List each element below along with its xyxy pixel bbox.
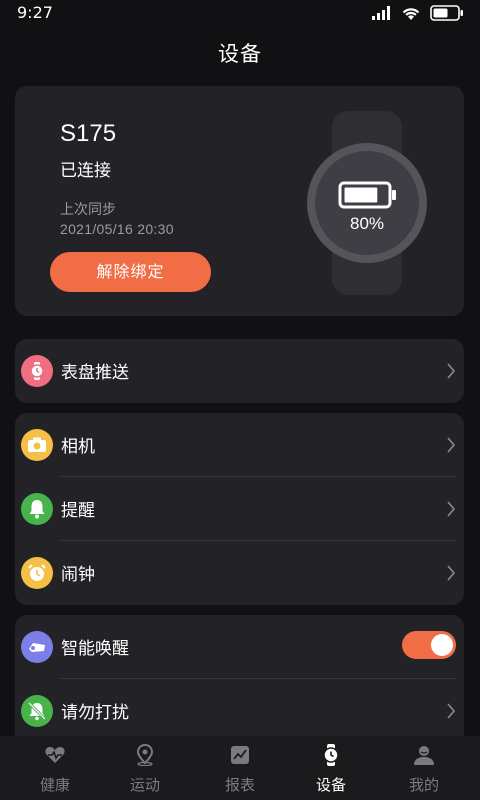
status-icons: [372, 5, 464, 21]
watchface-group: 表盘推送: [15, 339, 464, 403]
bell-off-icon: [21, 695, 53, 727]
alarm-clock-icon: [21, 557, 53, 589]
page-title: 设备: [218, 42, 262, 66]
chevron-right-icon: [447, 437, 456, 453]
tab-label: 报表: [224, 776, 255, 794]
device-card: S175 已连接 上次同步 2021/05/16 20:30 解除绑定 80%: [15, 86, 464, 316]
features-group: 相机 提醒 闹钟: [15, 413, 464, 605]
tab-device[interactable]: 设备: [283, 736, 379, 800]
row-label: 智能唤醒: [61, 639, 129, 659]
signal-icon: [372, 6, 390, 20]
row-smart-wake: 智能唤醒: [15, 615, 464, 679]
row-camera[interactable]: 相机: [15, 413, 464, 477]
status-time: 9:27: [17, 3, 53, 22]
last-sync-label: 上次同步: [60, 202, 116, 218]
connection-status: 已连接: [60, 161, 111, 181]
row-do-not-disturb[interactable]: 请勿打扰: [15, 679, 464, 736]
row-label: 请勿打扰: [61, 703, 129, 723]
last-sync-time: 2021/05/16 20:30: [60, 221, 174, 237]
battery-percent: 80%: [349, 214, 385, 233]
battery-level-fill: [344, 187, 378, 203]
row-label: 提醒: [61, 501, 95, 521]
row-alarm[interactable]: 闹钟: [15, 541, 464, 605]
tab-label: 运动: [129, 776, 160, 794]
row-label: 闹钟: [61, 565, 95, 585]
tab-label: 我的: [408, 776, 439, 794]
chevron-right-icon: [447, 501, 456, 517]
tab-label: 设备: [315, 776, 346, 794]
row-reminder[interactable]: 提醒: [15, 477, 464, 541]
status-bar: 9:27: [0, 0, 480, 28]
tab-mine[interactable]: 我的: [376, 736, 472, 800]
tab-health[interactable]: 健康: [7, 736, 103, 800]
bell-icon: [21, 493, 53, 525]
toggle-knob: [431, 634, 453, 656]
heart-pulse-icon: [45, 747, 65, 763]
watch-icon: [323, 744, 339, 766]
watch-icon: [21, 355, 53, 387]
unbind-button[interactable]: 解除绑定: [50, 252, 211, 292]
tab-sport[interactable]: 运动: [97, 736, 193, 800]
row-label: 相机: [61, 437, 95, 457]
watch-icon: [307, 111, 427, 295]
person-icon: [414, 746, 434, 765]
chart-icon: [231, 746, 249, 764]
row-watchface[interactable]: 表盘推送: [15, 339, 464, 403]
smart-wake-toggle[interactable]: [402, 631, 456, 659]
tab-report[interactable]: 报表: [192, 736, 288, 800]
row-label: 表盘推送: [61, 363, 129, 383]
chevron-right-icon: [447, 363, 456, 379]
wake-icon: [21, 631, 53, 663]
sleep-group: 智能唤醒 请勿打扰: [15, 615, 464, 736]
battery-status-icon: [430, 5, 463, 21]
device-name: S175: [60, 120, 117, 147]
camera-icon: [21, 429, 53, 461]
tab-label: 健康: [39, 776, 70, 794]
chevron-right-icon: [447, 565, 456, 581]
tab-bar: 健康 运动 报表 设备 我的: [0, 736, 480, 800]
chevron-right-icon: [447, 703, 456, 719]
wifi-icon: [402, 7, 420, 20]
location-icon: [136, 744, 154, 766]
